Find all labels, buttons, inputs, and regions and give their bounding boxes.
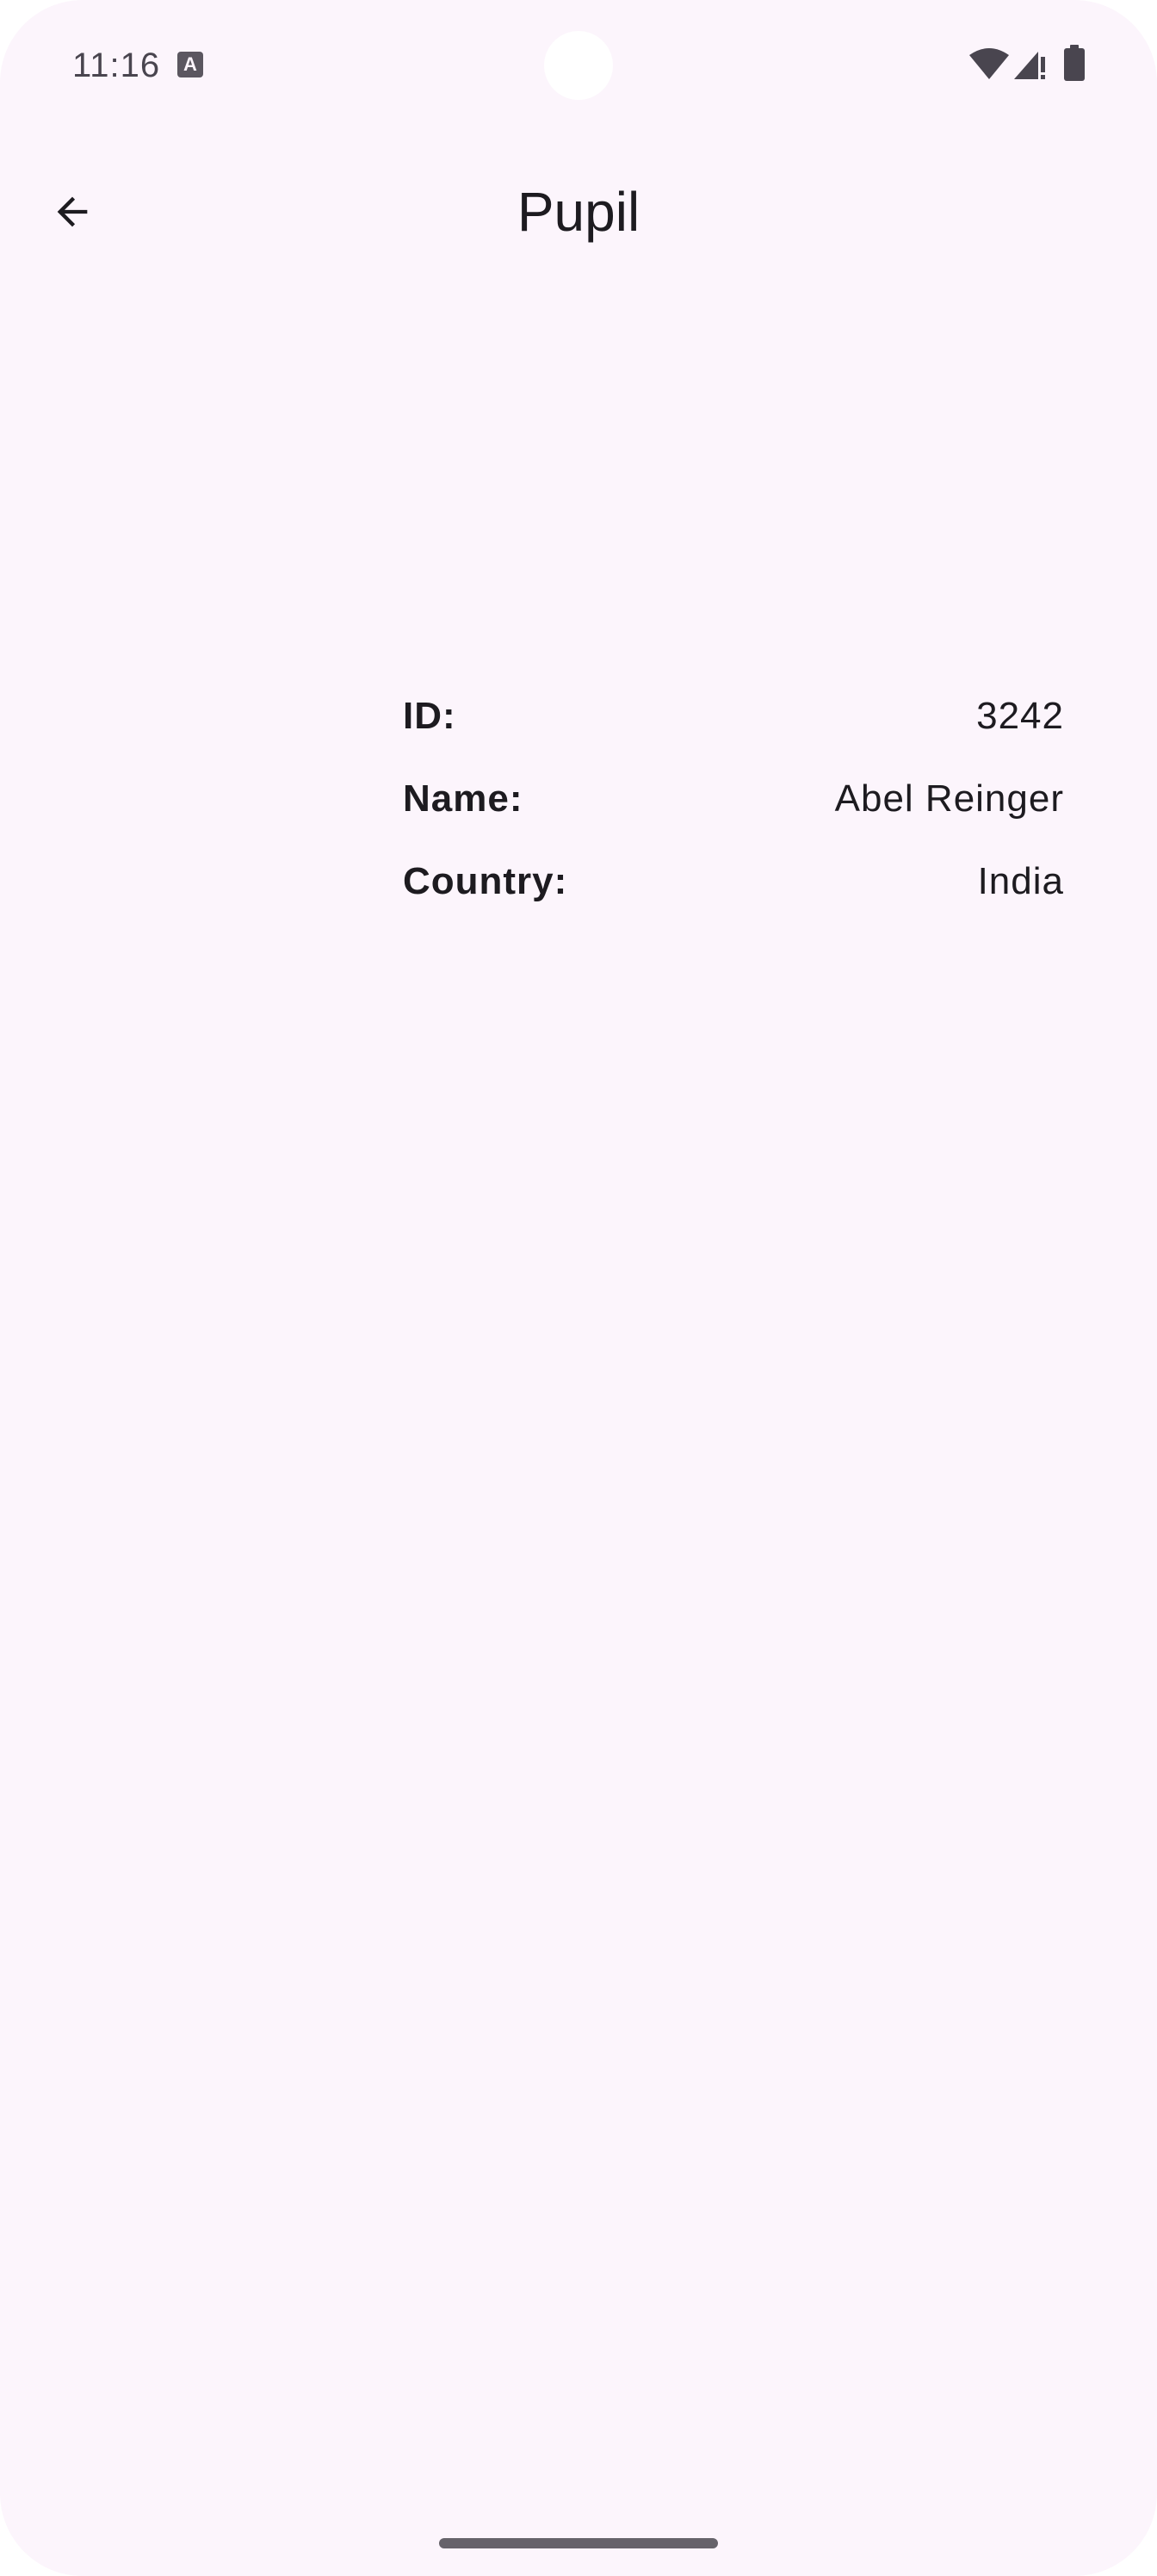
id-value: 3242 bbox=[976, 695, 1064, 737]
detail-row-id: ID: 3242 bbox=[403, 675, 1064, 758]
country-value: India bbox=[977, 860, 1064, 902]
pupil-details: ID: 3242 Name: Abel Reinger Country: Ind… bbox=[403, 675, 1064, 923]
detail-row-name: Name: Abel Reinger bbox=[403, 758, 1064, 840]
notification-app-icon: A bbox=[177, 52, 203, 77]
screen: 11:16 A Pupil ID: 3242 Name: Abel Reinge… bbox=[0, 0, 1157, 2576]
camera-cutout bbox=[544, 31, 613, 100]
name-value: Abel Reinger bbox=[834, 777, 1064, 820]
id-label: ID: bbox=[403, 695, 456, 737]
gesture-navigation-handle[interactable] bbox=[439, 2538, 718, 2548]
status-bar: 11:16 A bbox=[0, 0, 1157, 129]
country-label: Country: bbox=[403, 860, 568, 902]
cellular-signal-icon bbox=[1014, 52, 1045, 79]
detail-row-country: Country: India bbox=[403, 840, 1064, 923]
top-app-bar: Pupil bbox=[0, 155, 1157, 267]
name-label: Name: bbox=[403, 777, 523, 820]
battery-icon bbox=[1064, 45, 1085, 81]
page-title: Pupil bbox=[517, 181, 640, 243]
wifi-icon bbox=[969, 48, 1009, 79]
status-time: 11:16 bbox=[72, 46, 161, 84]
